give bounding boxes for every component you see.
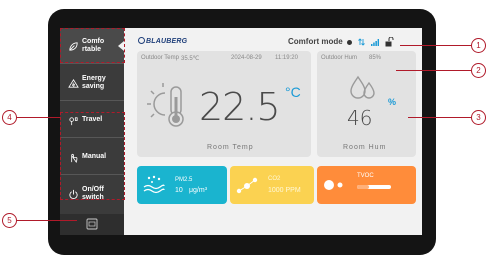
callout-1: 1 [471, 38, 486, 53]
callout-line-1 [400, 45, 471, 46]
co2-value: 1000 PPM [268, 187, 301, 194]
room-temp-value: 22.5 [199, 85, 281, 129]
pm25-waves-icon [143, 175, 165, 194]
status-bar [347, 37, 394, 47]
room-humidity-card: Outdoor Hum 85% 46 % Room Hum [317, 51, 416, 157]
callout-line-2 [396, 70, 471, 71]
time-display: 11:19:20 [275, 55, 298, 61]
tvoc-particles-icon [324, 180, 343, 190]
room-temp-label: Room Temp [207, 144, 254, 151]
callout-line-4 [17, 117, 60, 118]
tvoc-level-bar [357, 185, 391, 189]
outdoor-temp-label: Outdoor Temp [141, 55, 179, 61]
outdoor-temp-value: 35.5℃ [181, 56, 200, 62]
callout-4: 4 [2, 110, 17, 125]
pm25-value: 10 [175, 187, 183, 194]
wifi-bars-icon [371, 39, 379, 46]
sun-thermometer-icon [147, 83, 184, 127]
status-dot-icon [347, 39, 352, 45]
tvoc-level-fill [357, 185, 369, 189]
signal-arrows-icon [358, 38, 365, 46]
water-drops-icon [350, 75, 375, 99]
co2-molecule-icon [236, 177, 258, 194]
callout-2: 2 [471, 63, 486, 78]
outdoor-hum-label: Outdoor Hum [321, 55, 358, 61]
outdoor-hum-value: 85% [369, 55, 382, 61]
room-temperature-card: Outdoor Temp 35.5℃ 2024-08-29 11:19:20 2… [137, 51, 311, 157]
callout-box-mode-selector [60, 28, 125, 63]
date-display: 2024-08-29 [231, 55, 262, 61]
co2-label: CO2 [268, 176, 281, 182]
room-hum-label: Room Hum [343, 144, 387, 151]
temp-unit: °C [285, 84, 301, 100]
tvoc-tile[interactable]: TVOC [317, 166, 416, 204]
co2-tile[interactable]: CO2 1000 PPM [230, 166, 314, 204]
brand-logo: BLAUBERG [138, 37, 187, 45]
room-hum-value: 46 [347, 106, 373, 130]
pm25-label: PM2.5 [175, 177, 193, 183]
hum-unit: % [388, 97, 397, 107]
callout-line-3 [408, 117, 471, 118]
callout-5: 5 [2, 213, 17, 228]
tvoc-label: TVOC [357, 173, 374, 179]
callout-line-5 [17, 220, 77, 221]
brand-mark-icon [138, 37, 145, 44]
callout-3: 3 [471, 110, 486, 125]
unlock-icon[interactable] [385, 37, 394, 47]
pm25-unit: μg/m³ [189, 187, 208, 194]
pm25-tile[interactable]: PM2.5 10 μg/m³ [137, 166, 227, 204]
mode-label: Comfort mode [288, 37, 343, 46]
callout-box-sidebar-modes [60, 112, 125, 200]
